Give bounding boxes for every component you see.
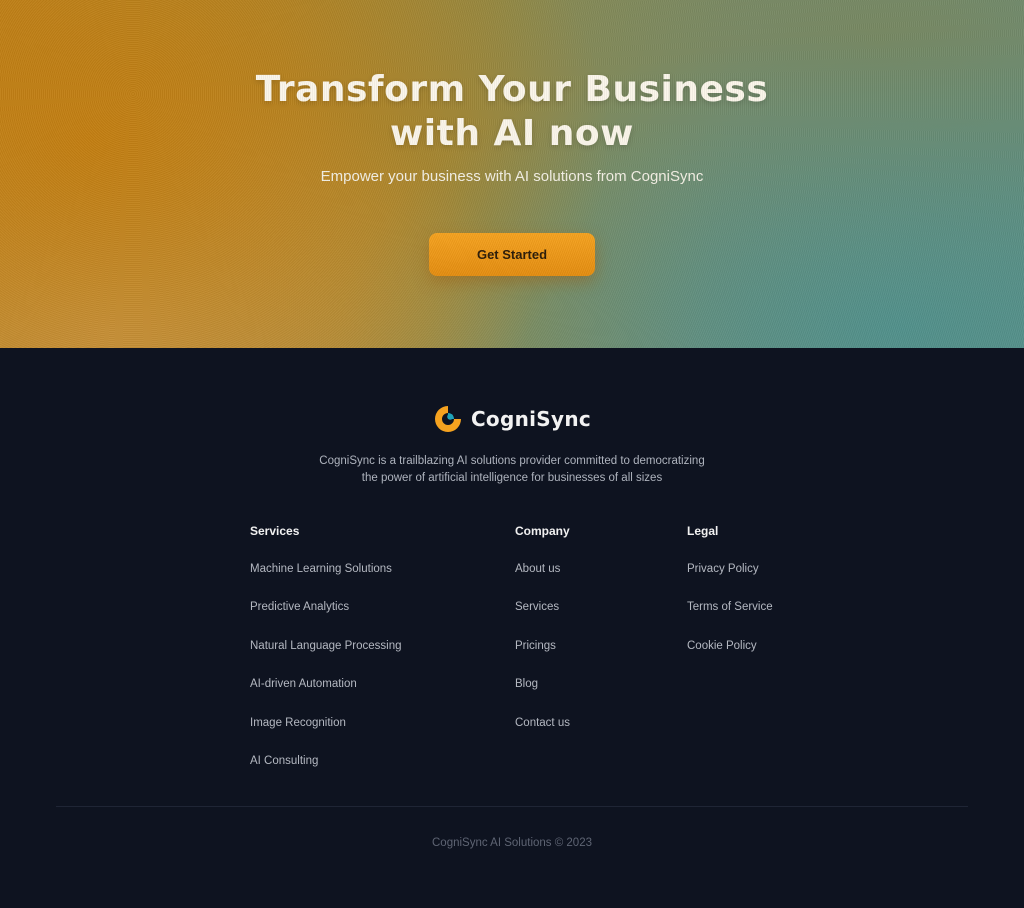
- footer-link-label[interactable]: Services: [515, 601, 559, 613]
- footer-column-services: Services Machine Learning Solutions Pred…: [250, 524, 402, 792]
- footer-link-predictive-analytics[interactable]: Predictive Analytics: [250, 600, 402, 638]
- footer-link-terms-of-service[interactable]: Terms of Service: [687, 600, 773, 638]
- footer-link-image-recognition[interactable]: Image Recognition: [250, 716, 402, 754]
- column-heading-services: Services: [250, 524, 300, 538]
- copyright-text: CogniSync AI Solutions © 2023: [432, 837, 592, 849]
- footer-brand[interactable]: CogniSync: [0, 404, 1024, 434]
- footer-link-label[interactable]: Machine Learning Solutions: [250, 563, 392, 575]
- footer-link-label[interactable]: Terms of Service: [687, 601, 773, 613]
- brand-description: CogniSync is a trailblazing AI solutions…: [300, 453, 724, 487]
- footer-column-company: Company About us Services Pricings Blog …: [515, 524, 570, 754]
- hero-title-line2: with AI now: [390, 113, 634, 154]
- footer-link-label[interactable]: AI Consulting: [250, 755, 318, 767]
- footer-divider: [56, 806, 968, 807]
- footer-link-pricings[interactable]: Pricings: [515, 639, 570, 677]
- footer-link-label[interactable]: Cookie Policy: [687, 640, 757, 652]
- footer-link-nlp[interactable]: Natural Language Processing: [250, 639, 402, 677]
- footer-link-contact-us[interactable]: Contact us: [515, 716, 570, 754]
- footer-column-legal: Legal Privacy Policy Terms of Service Co…: [687, 524, 773, 677]
- column-heading-company: Company: [515, 524, 570, 538]
- brand-description-line2: the power of artificial intelligence for…: [361, 472, 663, 484]
- footer-link-blog[interactable]: Blog: [515, 677, 570, 715]
- hero-section: Transform Your Business with AI now Empo…: [0, 0, 1024, 348]
- footer-link-cookie-policy[interactable]: Cookie Policy: [687, 639, 773, 677]
- footer-link-label[interactable]: About us: [515, 563, 560, 575]
- footer-link-label[interactable]: Contact us: [515, 717, 570, 729]
- footer-link-ai-automation[interactable]: AI-driven Automation: [250, 677, 402, 715]
- footer-link-label[interactable]: Predictive Analytics: [250, 601, 349, 613]
- footer-link-label[interactable]: Blog: [515, 678, 538, 690]
- hero-subtitle: Empower your business with AI solutions …: [320, 168, 704, 185]
- footer-link-label[interactable]: Pricings: [515, 640, 556, 652]
- hero-title-line1: Transform Your Business: [255, 69, 769, 110]
- footer-link-label[interactable]: Privacy Policy: [687, 563, 759, 575]
- footer-link-about-us[interactable]: About us: [515, 562, 570, 600]
- get-started-button[interactable]: Get Started: [429, 233, 595, 276]
- footer-link-label[interactable]: Image Recognition: [250, 717, 346, 729]
- footer-link-label[interactable]: AI-driven Automation: [250, 678, 357, 690]
- footer-link-privacy-policy[interactable]: Privacy Policy: [687, 562, 773, 600]
- brand-description-line1: CogniSync is a trailblazing AI solutions…: [319, 455, 705, 467]
- hero-title: Transform Your Business with AI now: [0, 68, 1024, 156]
- footer-link-label[interactable]: Natural Language Processing: [250, 640, 402, 652]
- brand-name: CogniSync: [470, 407, 592, 431]
- footer-link-machine-learning[interactable]: Machine Learning Solutions: [250, 562, 402, 600]
- column-heading-legal: Legal: [687, 524, 719, 538]
- footer-link-services[interactable]: Services: [515, 600, 570, 638]
- footer-link-ai-consulting[interactable]: AI Consulting: [250, 754, 402, 792]
- cognisync-logo-icon: [433, 404, 463, 434]
